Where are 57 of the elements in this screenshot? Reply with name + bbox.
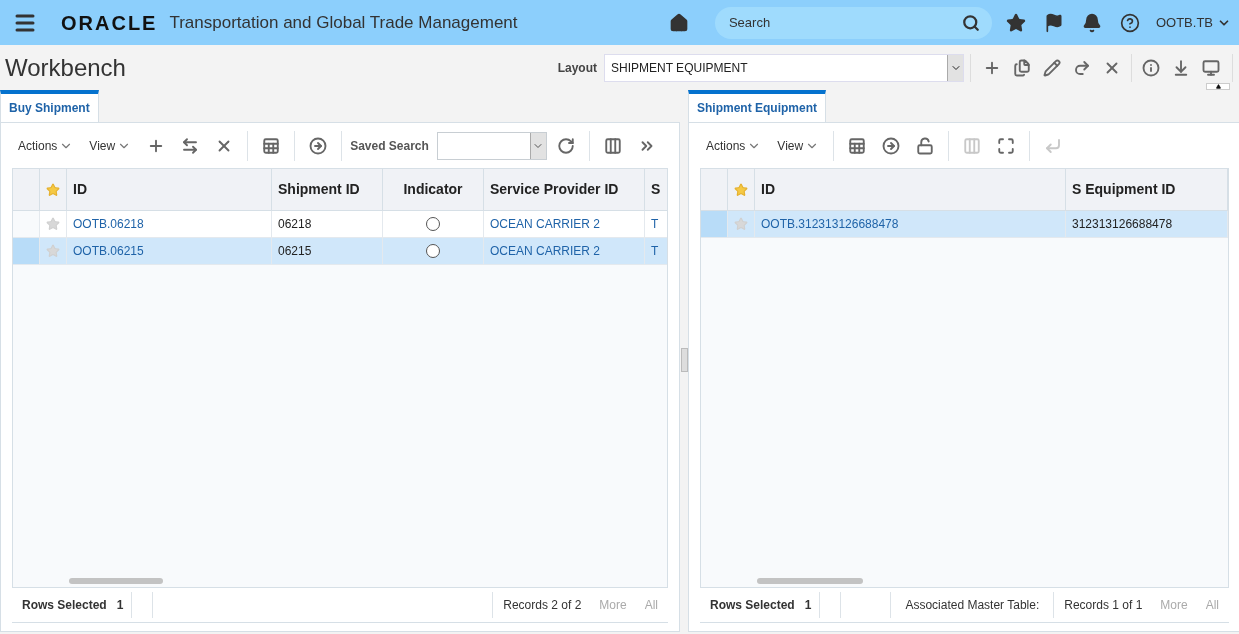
link-text[interactable]: OCEAN CARRIER 2 [490, 215, 601, 233]
logo: ORACLE [61, 10, 158, 36]
link-text[interactable]: OOTB.06215 [73, 242, 144, 260]
star-icon[interactable] [46, 244, 60, 258]
link-text[interactable]: OOTB.06218 [73, 215, 144, 233]
records-count: Records 1 of 1 [1063, 597, 1144, 614]
table-row[interactable]: OOTB.312313126688478 312313126688478 [701, 211, 1228, 238]
link-text[interactable]: T [651, 215, 659, 233]
menu-button[interactable]: View [771, 136, 826, 155]
star-icon[interactable] [46, 182, 60, 197]
menu-button[interactable]: Actions [700, 136, 768, 155]
scrollbar[interactable] [757, 578, 863, 584]
radio-button[interactable] [426, 217, 440, 231]
user-menu[interactable]: OOTB.TB [1155, 12, 1231, 33]
search-icon[interactable] [961, 13, 980, 32]
column-header[interactable]: S Equipment ID [1066, 169, 1228, 210]
search-field[interactable]: Search [714, 6, 992, 39]
layout-label: Layout [557, 59, 597, 77]
home-icon[interactable] [668, 12, 689, 33]
app-title: Transportation and Global Trade Management [169, 11, 518, 34]
link-text[interactable]: OOTB.312313126688478 [761, 215, 899, 233]
tab[interactable]: Buy Shipment [0, 90, 99, 122]
cell-text: 06215 [278, 243, 312, 260]
table-row[interactable]: OOTB.06215 06215 OCEAN CARRIER 2 T [13, 238, 667, 265]
collapse-icon[interactable] [1206, 83, 1230, 90]
radio-button[interactable] [426, 244, 440, 258]
column-header[interactable]: ID [755, 169, 1066, 210]
rows-selected-label: Rows Selected [709, 597, 796, 614]
menu-button[interactable]: View [83, 136, 138, 155]
star-icon[interactable] [46, 217, 60, 231]
saved-search-label: Saved Search [350, 137, 429, 155]
bell-icon[interactable] [1081, 12, 1102, 33]
column-header[interactable]: Service Provider ID [484, 169, 645, 210]
records-count: Records 2 of 2 [502, 597, 583, 614]
column-header[interactable]: S [645, 169, 667, 210]
page-title: Workbench [5, 52, 126, 83]
layout-dropdown[interactable]: SHIPMENT EQUIPMENT [604, 53, 964, 82]
help-icon[interactable] [1119, 12, 1140, 33]
rows-selected-label: Rows Selected [21, 597, 108, 614]
cell-text: 312313126688478 [1072, 216, 1173, 233]
master-table-label: Associated Master Table: [904, 597, 1041, 614]
tab[interactable]: Shipment Equipment [688, 90, 826, 122]
star-icon[interactable] [734, 182, 748, 197]
table-row[interactable]: OOTB.06218 06218 OCEAN CARRIER 2 T [13, 211, 667, 238]
scrollbar[interactable] [69, 578, 163, 584]
cell-text: 06218 [278, 216, 312, 233]
column-header[interactable]: ID [67, 169, 272, 210]
rows-selected-count: 1 [804, 597, 813, 614]
star-icon[interactable] [734, 217, 748, 231]
menu-button[interactable]: Actions [12, 136, 80, 155]
rows-selected-count: 1 [116, 597, 125, 614]
star-icon[interactable] [1005, 12, 1026, 33]
link-text[interactable]: OCEAN CARRIER 2 [490, 242, 601, 260]
column-header[interactable]: Shipment ID [272, 169, 383, 210]
column-header[interactable]: Indicator [383, 169, 484, 210]
splitter-handle[interactable] [681, 348, 688, 372]
link-text[interactable]: T [651, 242, 659, 260]
